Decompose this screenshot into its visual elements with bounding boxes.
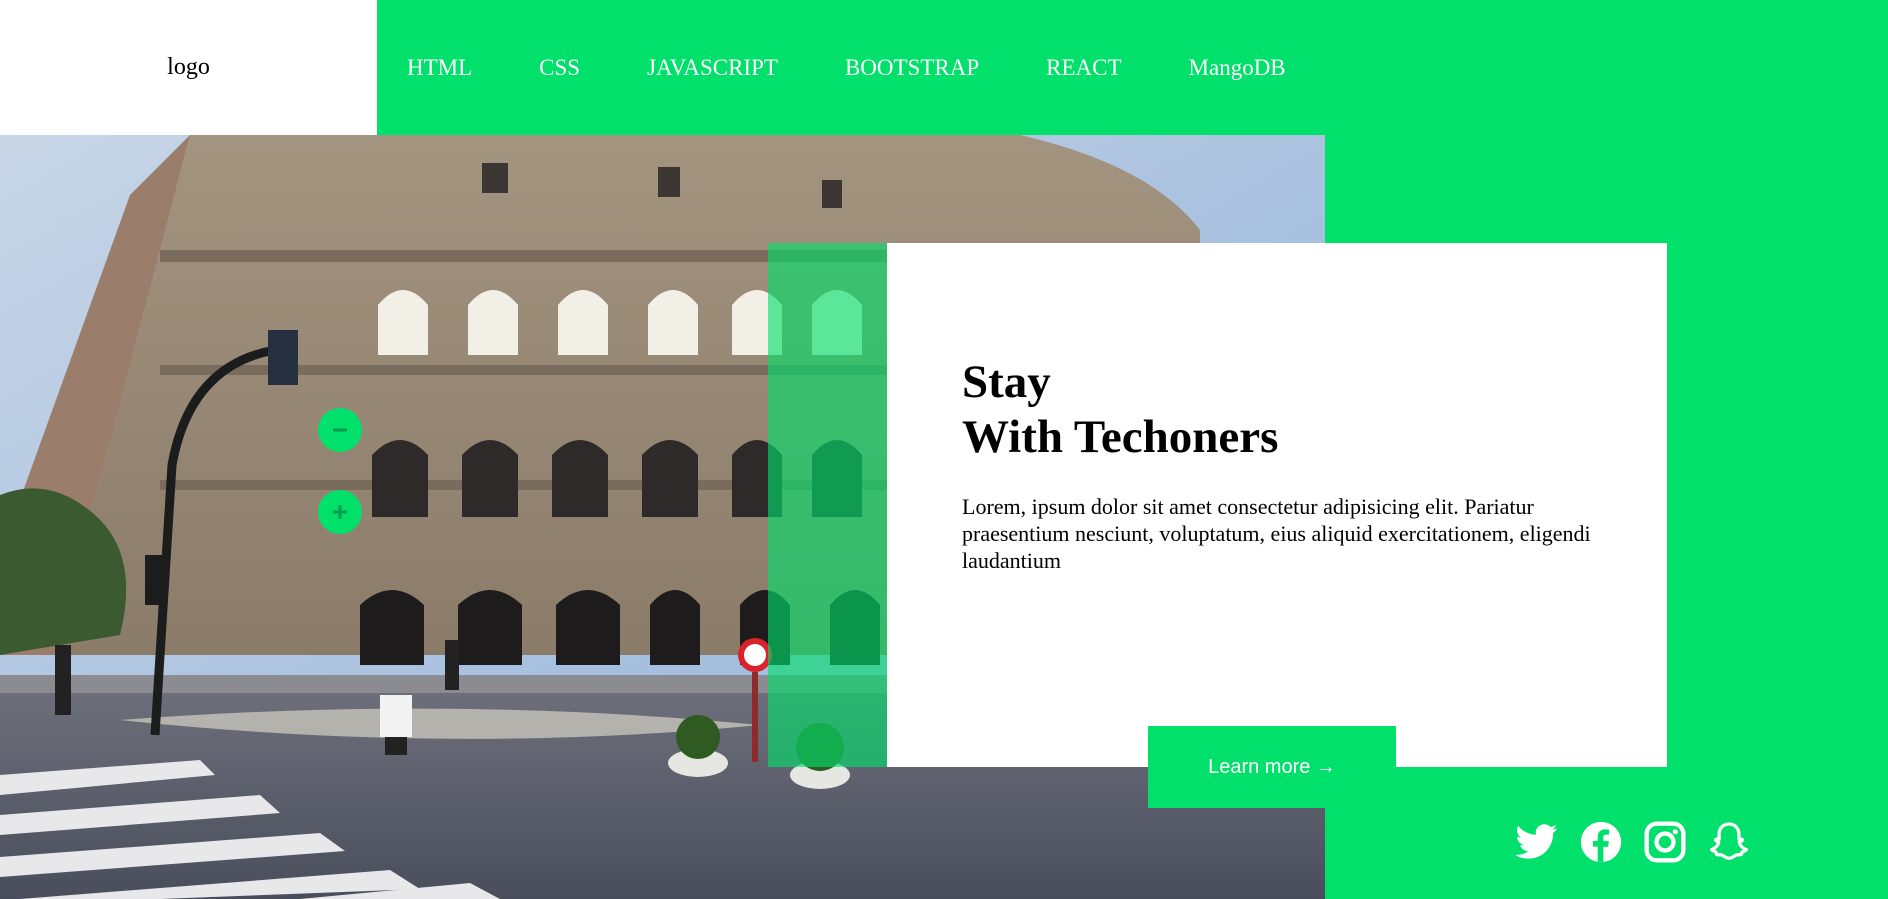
- hero-card: Stay With Techoners Lorem, ipsum dolor s…: [887, 243, 1667, 767]
- hero-description: Lorem, ipsum dolor sit amet consectetur …: [962, 494, 1591, 573]
- facebook-icon[interactable]: [1579, 820, 1623, 864]
- hero-title: Stay With Techoners: [962, 355, 1278, 465]
- plus-icon: [333, 505, 347, 519]
- nav-css[interactable]: CSS: [539, 55, 580, 81]
- nav-bootstrap[interactable]: BOOTSTRAP: [845, 55, 979, 81]
- social-links: [1515, 820, 1751, 864]
- minus-icon: [333, 428, 347, 432]
- nav-javascript[interactable]: JAVASCRIPT: [647, 55, 778, 81]
- nav-react[interactable]: REACT: [1046, 55, 1121, 81]
- plus-button[interactable]: [318, 490, 362, 534]
- green-overlay: [768, 243, 888, 767]
- minus-button[interactable]: [318, 408, 362, 452]
- twitter-icon[interactable]: [1515, 820, 1559, 864]
- learn-more-button[interactable]: Learn more →: [1148, 726, 1396, 808]
- main-nav: HTML CSS JAVASCRIPT BOOTSTRAP REACT Mang…: [377, 0, 1353, 135]
- logo-area[interactable]: logo: [0, 0, 377, 135]
- instagram-icon[interactable]: [1643, 820, 1687, 864]
- hero-title-line1: Stay: [962, 356, 1051, 408]
- snapchat-icon[interactable]: [1707, 820, 1751, 864]
- nav-html[interactable]: HTML: [407, 55, 472, 81]
- logo[interactable]: logo: [167, 54, 210, 81]
- hero-title-line2: With Techoners: [962, 411, 1279, 463]
- nav-mangodb[interactable]: MangoDB: [1189, 55, 1286, 81]
